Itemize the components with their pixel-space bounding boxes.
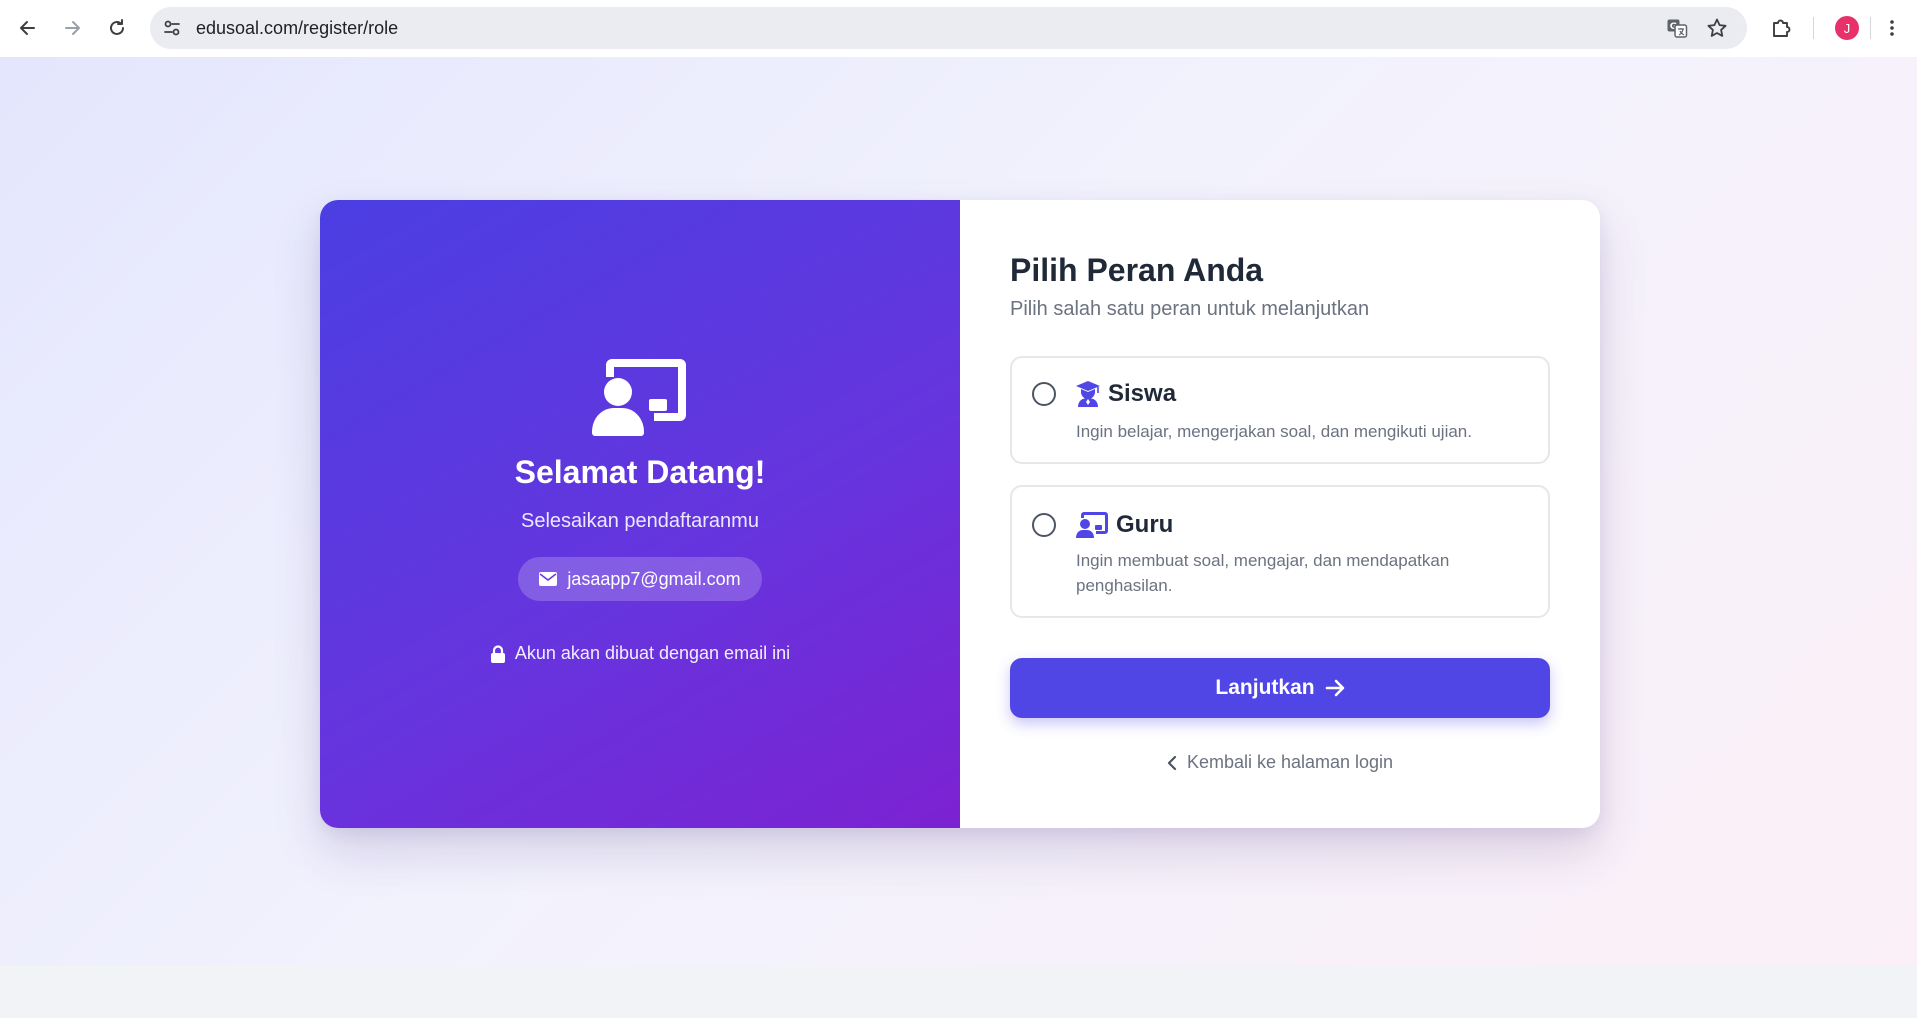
role-name-guru: Guru [1116,511,1174,538]
envelope-icon [539,572,558,586]
puzzle-icon [1773,19,1791,37]
back-to-login-link[interactable]: Kembali ke halaman login [1010,752,1550,773]
role-name-siswa: Siswa [1108,380,1177,407]
back-link-label: Kembali ke halaman login [1186,752,1394,772]
role-radio-siswa[interactable] [1032,382,1056,406]
chalkboard-teacher-icon [592,359,686,436]
forward-nav-button[interactable] [56,12,88,44]
continue-button[interactable]: Lanjutkan [1010,658,1550,718]
extensions-button[interactable] [1768,14,1796,42]
site-info-button[interactable] [160,16,184,40]
browser-toolbar: edusoal.com/register/role G J [0,0,1917,58]
teacher-icon [1076,512,1108,538]
role-description-siswa: Ingin belajar, mengerjakan soal, dan men… [1076,422,1472,441]
translate-button[interactable]: G [1665,16,1689,40]
role-header: Guru [1076,511,1173,539]
back-nav-button[interactable] [12,12,44,44]
page-footer-strip [0,966,1917,1018]
page-viewport: Selamat Datang! Selesaikan pendaftaranmu… [0,57,1917,966]
account-notice: Akun akan dibuat dengan email ini [320,643,960,664]
welcome-title: Selamat Datang! [514,454,766,490]
url-text[interactable]: edusoal.com/register/role [196,18,398,39]
role-option-siswa[interactable]: Siswa Ingin belajar, mengerjakan soal, d… [1010,356,1550,464]
profile-avatar[interactable]: J [1835,16,1859,40]
arrow-right-icon [65,21,80,35]
browser-menu-button[interactable] [1878,14,1906,42]
star-icon [1707,18,1727,37]
page-title: Pilih Peran Anda [1010,252,1264,288]
role-form-panel: Pilih Peran Anda Pilih salah satu peran … [960,200,1600,828]
translate-icon: G [1667,19,1688,38]
arrow-left-icon [20,21,35,35]
chevron-left-icon [1167,755,1177,770]
address-bar[interactable]: edusoal.com/register/role G [150,7,1747,49]
more-vertical-icon [1890,20,1894,36]
page-subtitle: Pilih salah satu peran untuk melanjutkan [1010,298,1370,320]
role-radio-guru[interactable] [1032,513,1056,537]
reload-icon [110,19,124,35]
registration-card: Selamat Datang! Selesaikan pendaftaranmu… [320,200,1600,828]
welcome-subtitle: Selesaikan pendaftaranmu [521,510,759,532]
email-badge: jasaapp7@gmail.com [518,557,762,601]
lock-icon [490,644,505,663]
welcome-panel: Selamat Datang! Selesaikan pendaftaranmu… [320,200,960,828]
toolbar-divider [1813,17,1814,39]
role-description-guru: Ingin membuat soal, mengajar, dan mendap… [1076,551,1450,595]
tune-icon [164,20,180,36]
notice-text: Akun akan dibuat dengan email ini [514,643,791,663]
continue-label: Lanjutkan [1215,676,1315,699]
toolbar-divider [1870,17,1871,39]
email-text: jasaapp7@gmail.com [567,568,741,589]
bookmark-button[interactable] [1705,16,1729,40]
role-header: Siswa [1076,380,1176,408]
graduate-icon [1076,381,1100,407]
role-option-guru[interactable]: Guru Ingin membuat soal, mengajar, dan m… [1010,485,1550,618]
arrow-right-icon [1325,679,1344,697]
reload-button[interactable] [101,12,133,44]
